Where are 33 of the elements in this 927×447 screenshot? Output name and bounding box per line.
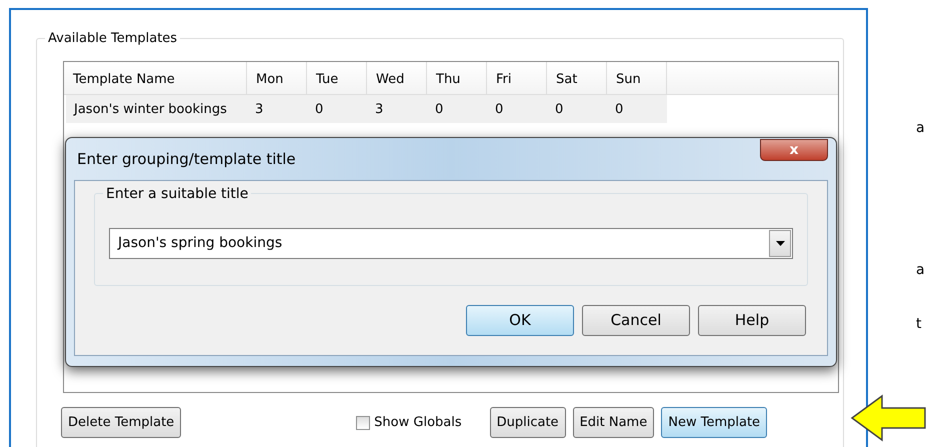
table-cell-text: 0: [434, 101, 444, 119]
column-header[interactable]: Sun: [607, 62, 667, 94]
table-cell-text: 0: [494, 101, 504, 119]
table-cell-text: 3: [254, 101, 264, 119]
dropdown-button[interactable]: [769, 230, 791, 257]
checkbox[interactable]: [356, 416, 370, 430]
column-header[interactable]: Wed: [367, 62, 427, 94]
margin-text: t: [916, 315, 922, 334]
table-cell-text: Jason's winter bookings: [72, 101, 228, 119]
button[interactable]: Edit Name: [572, 407, 654, 438]
margin-text: a: [916, 261, 925, 280]
button[interactable]: Cancel: [582, 305, 690, 336]
column-header[interactable]: Thu: [427, 62, 487, 94]
table-cell-text: 0: [314, 101, 324, 119]
table-cell-text: 0: [614, 101, 624, 119]
button[interactable]: New Template: [661, 407, 768, 438]
title-combo-box[interactable]: Jason's spring bookings: [109, 228, 793, 259]
margin-text: a: [916, 119, 925, 138]
dialog-title: Enter grouping/template title: [77, 148, 296, 170]
column-header[interactable]: Tue: [307, 62, 367, 94]
button[interactable]: Delete Template: [61, 407, 182, 438]
column-header[interactable]: Sat: [547, 62, 607, 94]
table-cell-text: 3: [374, 101, 384, 119]
arrow-icon: [850, 394, 926, 442]
checkbox-label: Show Globals: [374, 414, 462, 432]
table-cell-text: 0: [554, 101, 564, 119]
caret-icon: [776, 241, 784, 246]
button[interactable]: OK: [466, 305, 574, 336]
button[interactable]: Duplicate: [490, 407, 566, 438]
button[interactable]: Help: [698, 305, 806, 336]
column-header[interactable]: Template Name: [64, 62, 247, 94]
column-header[interactable]: Mon: [247, 62, 307, 94]
column-header[interactable]: Fri: [487, 62, 547, 94]
